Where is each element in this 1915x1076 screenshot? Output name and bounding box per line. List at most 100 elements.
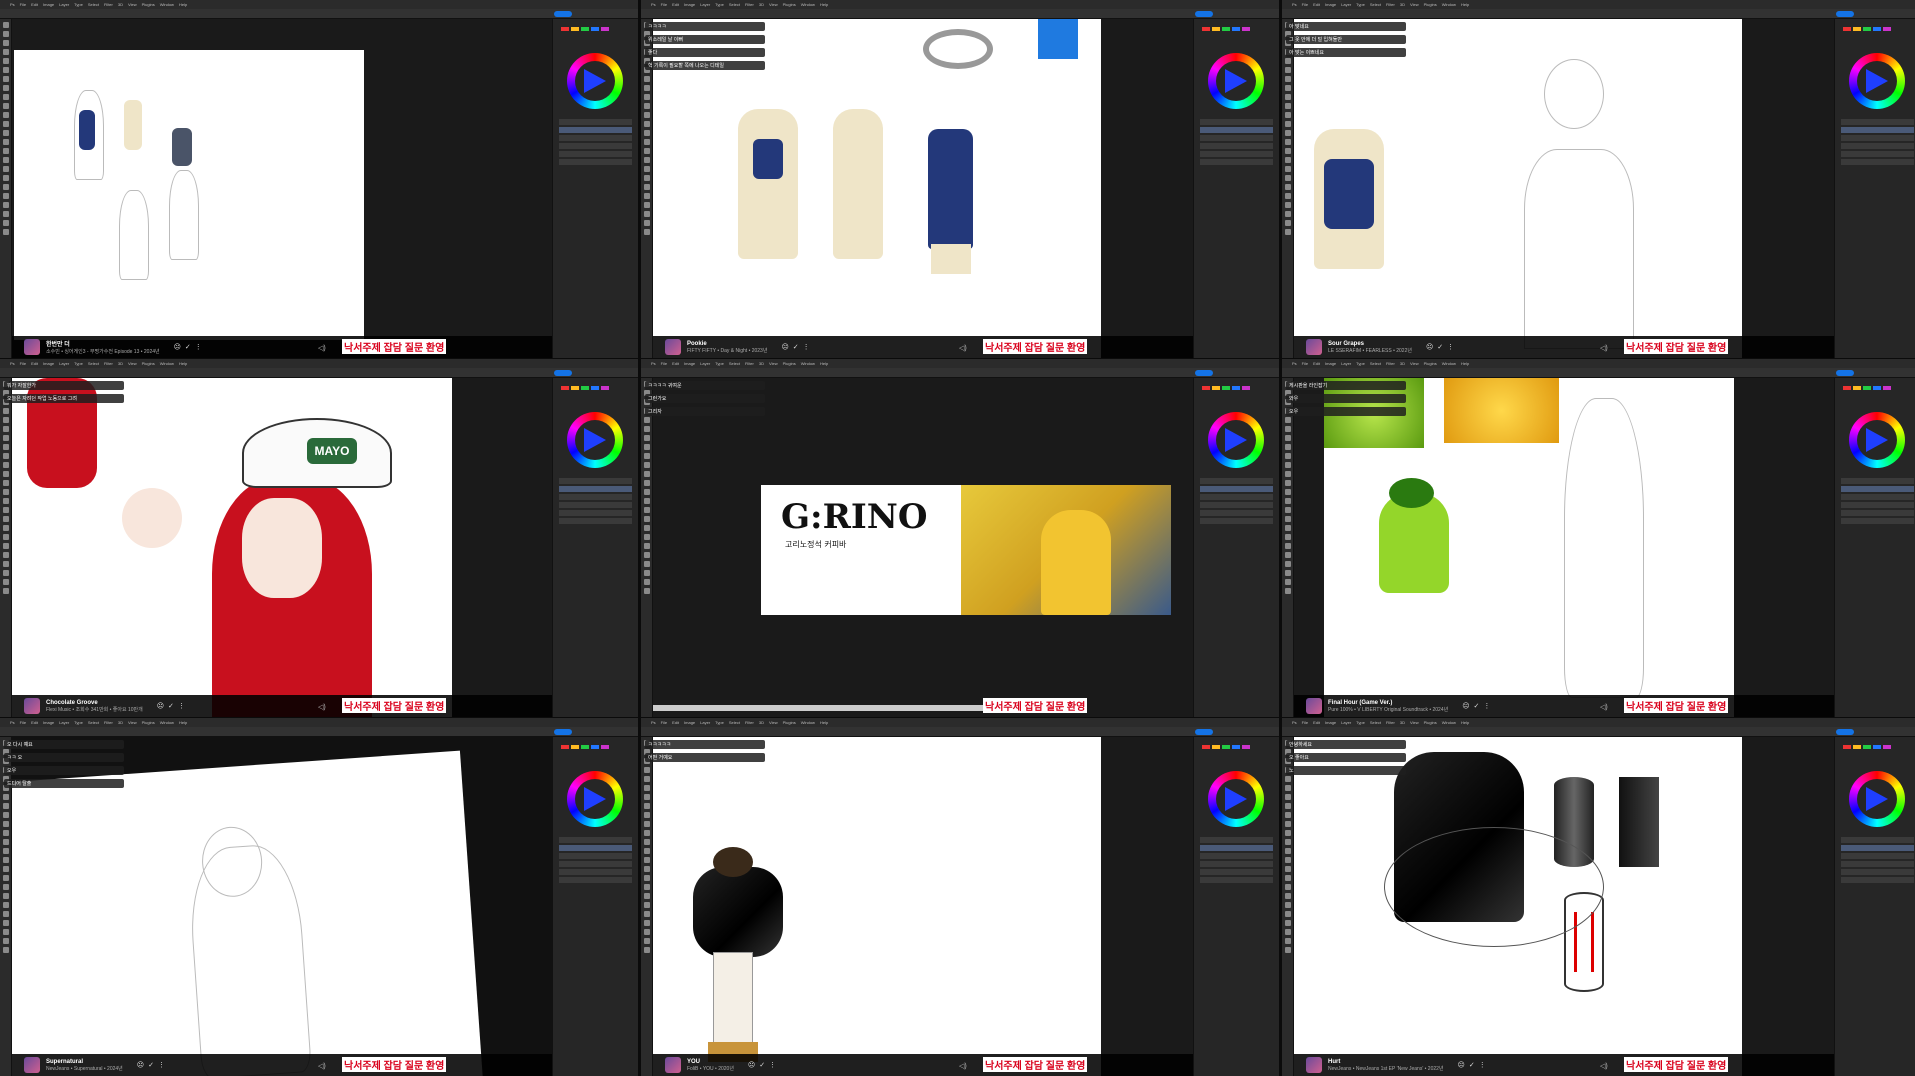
layer-row[interactable] [1841,135,1914,141]
menu-item[interactable]: Image [43,720,54,725]
share-button[interactable] [1836,370,1854,376]
tool-icon[interactable] [1284,453,1291,459]
share-button[interactable] [554,370,572,376]
color-swatch[interactable] [571,386,579,390]
tool-icon[interactable] [643,534,650,540]
layer-row[interactable] [559,478,632,484]
menu-item[interactable]: Ps [1292,2,1297,7]
tool-icon[interactable] [1284,426,1291,432]
volume-icon[interactable]: ◁) [1600,703,1608,711]
tool-icon[interactable] [643,184,650,190]
volume-icon[interactable]: ◁) [959,344,967,352]
tool-icon[interactable] [643,471,650,477]
tool-icon[interactable] [643,435,650,441]
menu-item[interactable]: Type [715,720,724,725]
canvas-area[interactable] [1294,378,1834,717]
layer-row[interactable] [1200,143,1273,149]
layer-row[interactable] [1841,151,1914,157]
color-swatch[interactable] [581,386,589,390]
tool-icon[interactable] [643,884,650,890]
color-swatch[interactable] [1873,386,1881,390]
tool-icon[interactable] [1284,220,1291,226]
menu-item[interactable]: File [20,2,26,7]
menu-item[interactable]: Window [160,720,174,725]
menu-item[interactable]: Select [729,2,740,7]
menu-item[interactable]: Help [179,720,187,725]
menu-item[interactable]: Window [160,361,174,366]
tool-icon[interactable] [2,929,9,935]
menu-item[interactable]: Select [88,361,99,366]
menu-item[interactable]: Plugins [783,2,796,7]
menu-item[interactable]: View [1410,361,1419,366]
menu-item[interactable]: Layer [1341,720,1351,725]
tool-icon[interactable] [1284,830,1291,836]
layer-row[interactable] [559,845,632,851]
tool-icon[interactable] [2,76,9,82]
tool-icon[interactable] [1284,498,1291,504]
menu-item[interactable]: Image [1325,361,1336,366]
menu-item[interactable]: Layer [1341,361,1351,366]
menu-item[interactable]: Image [43,361,54,366]
tool-icon[interactable] [1284,794,1291,800]
tool-icon[interactable] [1284,803,1291,809]
menu-item[interactable]: View [1410,2,1419,7]
tool-icon[interactable] [643,785,650,791]
media-controls[interactable]: ☹✓⋮ [1462,702,1494,710]
menu-item[interactable]: Window [1442,2,1456,7]
layer-row[interactable] [559,151,632,157]
tool-icon[interactable] [1284,839,1291,845]
color-swatch[interactable] [1222,386,1230,390]
menu-item[interactable]: File [1302,2,1308,7]
tool-icon[interactable] [2,444,9,450]
menu-item[interactable]: Filter [745,361,754,366]
menu-item[interactable]: Plugins [1424,2,1437,7]
color-swatch[interactable] [1843,745,1851,749]
tool-icon[interactable] [2,139,9,145]
share-button[interactable] [1836,729,1854,735]
menu-item[interactable]: Help [1461,2,1469,7]
tool-icon[interactable] [643,139,650,145]
color-swatch[interactable] [1212,745,1220,749]
tool-icon[interactable] [643,103,650,109]
menu-item[interactable]: 3D [1400,720,1405,725]
volume-icon[interactable]: ◁) [318,703,326,711]
volume-icon[interactable]: ◁) [1600,1062,1608,1070]
tool-icon[interactable] [1284,489,1291,495]
menu-item[interactable]: Image [684,361,695,366]
tool-icon[interactable] [1284,471,1291,477]
menu-item[interactable]: File [20,720,26,725]
tool-icon[interactable] [2,40,9,46]
color-wheel[interactable] [1208,53,1264,109]
tool-icon[interactable] [1284,139,1291,145]
tool-icon[interactable] [2,489,9,495]
volume-icon[interactable]: ◁) [318,1062,326,1070]
menu-item[interactable]: Window [801,2,815,7]
tool-icon[interactable] [643,121,650,127]
canvas-area[interactable]: MAYO [12,378,552,717]
layer-row[interactable] [1841,486,1914,492]
menu-item[interactable]: Ps [10,2,15,7]
tool-icon[interactable] [2,875,9,881]
color-swatch[interactable] [571,27,579,31]
menu-item[interactable]: Select [729,361,740,366]
tool-icon[interactable] [2,947,9,953]
tool-icon[interactable] [1284,202,1291,208]
menu-item[interactable]: Window [801,720,815,725]
color-wheel[interactable] [1849,412,1905,468]
menu-item[interactable]: Filter [745,2,754,7]
menu-item[interactable]: Ps [651,720,656,725]
tool-icon[interactable] [643,570,650,576]
menu-item[interactable]: Plugins [142,720,155,725]
tool-icon[interactable] [2,794,9,800]
color-wheel[interactable] [1849,53,1905,109]
tool-icon[interactable] [1284,121,1291,127]
tool-icon[interactable] [1284,444,1291,450]
tool-icon[interactable] [2,112,9,118]
color-swatch[interactable] [1883,27,1891,31]
color-swatch[interactable] [561,386,569,390]
color-triangle[interactable] [584,69,606,93]
media-controls[interactable]: ☹✓⋮ [1458,1061,1490,1069]
layer-row[interactable] [1841,478,1914,484]
menu-item[interactable]: Edit [1313,720,1320,725]
layer-row[interactable] [1200,845,1273,851]
